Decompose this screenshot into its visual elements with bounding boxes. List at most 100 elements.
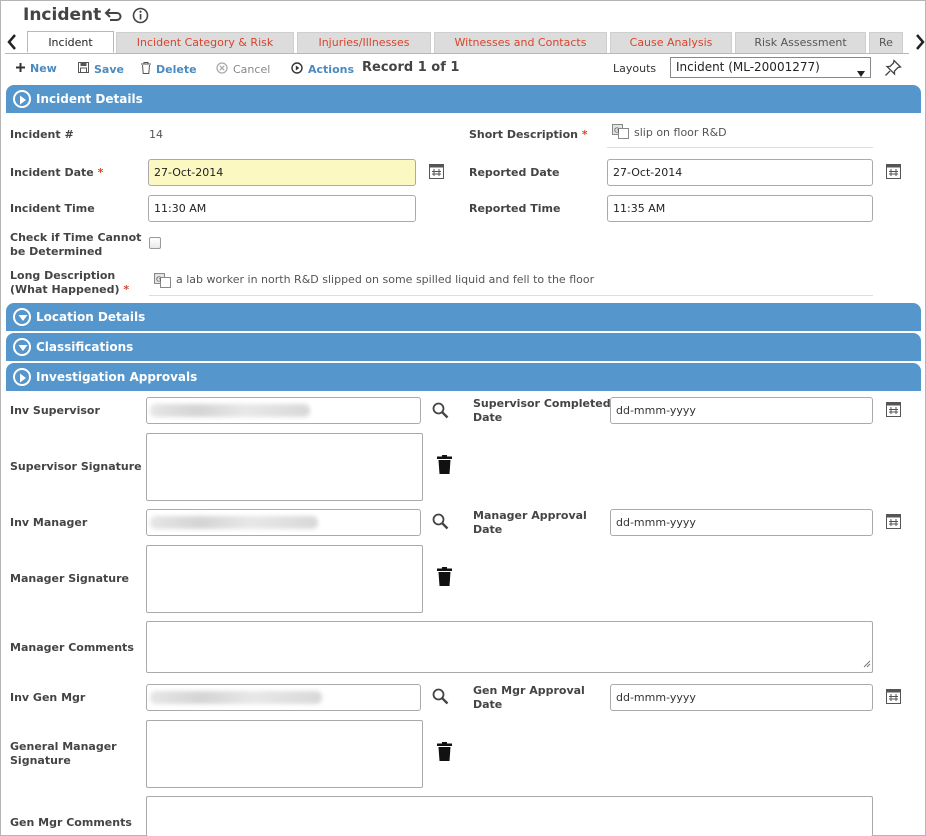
incident-number-label: Incident # [10, 128, 74, 141]
record-counter: Record 1 of 1 [362, 60, 460, 75]
manager-approval-date-input[interactable]: dd-mmm-yyyy [610, 509, 873, 536]
redacted-name [150, 516, 318, 529]
tab-witnesses-contacts[interactable]: Witnesses and Contacts [434, 32, 607, 53]
cancel-button[interactable]: Cancel [216, 62, 270, 77]
layouts-label: Layouts [613, 62, 657, 75]
play-circle-icon [291, 62, 303, 77]
section-title: Classifications [36, 340, 134, 354]
delete-button[interactable]: Delete [141, 62, 197, 77]
short-description-label: Short Description * [469, 128, 588, 141]
tab-scroll-left-icon[interactable] [6, 33, 18, 51]
calendar-icon[interactable] [886, 688, 901, 707]
collapse-icon [13, 338, 31, 356]
general-manager-signature-box[interactable] [146, 720, 423, 788]
new-button[interactable]: New [16, 62, 57, 75]
calendar-icon[interactable] [429, 163, 444, 182]
long-description-value[interactable]: a lab worker in north R&D slipped on som… [176, 273, 594, 286]
section-title: Location Details [36, 310, 146, 324]
supervisor-signature-label: Supervisor Signature [10, 460, 142, 473]
inv-supervisor-label: Inv Supervisor [10, 404, 100, 417]
supervisor-signature-box[interactable] [146, 433, 423, 501]
tab-re-truncated[interactable]: Re [869, 32, 903, 53]
manager-comments-label: Manager Comments [10, 641, 134, 654]
cancel-icon [216, 62, 228, 77]
reported-date-input[interactable]: 27-Oct-2014 [607, 159, 873, 186]
short-description-value[interactable]: slip on floor R&D [634, 126, 727, 139]
undo-icon[interactable] [104, 8, 122, 24]
search-icon[interactable] [432, 513, 449, 533]
calendar-icon[interactable] [886, 163, 901, 182]
tab-cause-analysis[interactable]: Cause Analysis [610, 32, 732, 53]
supervisor-completed-date-input[interactable]: dd-mmm-yyyy [610, 397, 873, 424]
cancel-label: Cancel [233, 63, 271, 76]
manager-signature-label: Manager Signature [10, 572, 130, 585]
time-undetermined-label: Check if Time Cannot be Determined [10, 231, 142, 258]
delete-label: Delete [156, 63, 197, 76]
incident-time-label: Incident Time [10, 202, 95, 215]
expand-icon [13, 368, 31, 386]
pin-icon[interactable] [884, 59, 902, 77]
layout-select[interactable]: Incident (ML-20001277) [670, 57, 871, 78]
short-description-underline [607, 147, 873, 148]
collapse-icon [13, 308, 31, 326]
actions-label: Actions [308, 63, 354, 76]
tab-injuries-illnesses[interactable]: Injuries/Illnesses [297, 32, 431, 53]
trash-icon[interactable] [437, 567, 452, 589]
section-location-details[interactable]: Location Details [6, 303, 921, 331]
search-icon[interactable] [432, 688, 449, 708]
svg-text:G: G [156, 276, 161, 284]
info-icon[interactable] [132, 7, 149, 24]
time-undetermined-checkbox[interactable] [149, 237, 161, 249]
tab-incident-category-risk[interactable]: Incident Category & Risk [116, 32, 294, 53]
incident-date-label: Incident Date * [10, 166, 104, 179]
calendar-icon[interactable] [886, 513, 901, 532]
translate-icon[interactable]: G [612, 124, 629, 139]
layout-select-value: Incident (ML-20001277) [676, 60, 820, 74]
section-title: Investigation Approvals [36, 370, 198, 384]
gen-mgr-comments-textarea[interactable] [146, 796, 873, 836]
incident-time-input[interactable]: 11:30 AM [148, 195, 416, 222]
save-label: Save [94, 62, 124, 76]
reported-date-label: Reported Date [469, 166, 560, 179]
calendar-icon[interactable] [886, 401, 901, 420]
general-manager-signature-label: General Manager Signature [10, 740, 117, 767]
tab-divider [5, 53, 909, 54]
new-label: New [30, 62, 57, 75]
translate-icon[interactable]: G [154, 273, 171, 288]
incident-number-value: 14 [149, 128, 163, 141]
tab-scroll-right-icon[interactable] [914, 33, 926, 51]
save-button[interactable]: Save [78, 62, 124, 76]
trash-icon[interactable] [437, 742, 452, 764]
resize-handle-icon[interactable] [862, 658, 871, 671]
inv-manager-label: Inv Manager [10, 516, 88, 529]
section-investigation-approvals[interactable]: Investigation Approvals [6, 363, 921, 391]
section-incident-details[interactable]: Incident Details [6, 85, 921, 113]
tab-risk-assessment[interactable]: Risk Assessment [735, 32, 866, 53]
inv-gen-mgr-input[interactable] [146, 684, 421, 711]
gen-mgr-approval-date-input[interactable]: dd-mmm-yyyy [610, 684, 873, 711]
dropdown-arrow-icon [857, 64, 865, 83]
actions-button[interactable]: Actions [291, 62, 354, 77]
save-icon [78, 62, 89, 76]
page-title: Incident [23, 5, 102, 25]
svg-text:G: G [614, 127, 619, 135]
search-icon[interactable] [432, 402, 449, 422]
long-description-underline [149, 295, 873, 296]
inv-manager-input[interactable] [146, 509, 421, 536]
manager-signature-box[interactable] [146, 545, 423, 613]
gen-mgr-approval-date-label: Gen Mgr Approval Date [473, 684, 585, 711]
inv-supervisor-input[interactable] [146, 397, 421, 424]
redacted-name [150, 404, 310, 417]
reported-time-label: Reported Time [469, 202, 561, 215]
long-description-label: Long Description (What Happened) * [10, 269, 130, 296]
gen-mgr-comments-label: Gen Mgr Comments [10, 816, 132, 829]
tab-incident[interactable]: Incident [27, 31, 114, 53]
section-classifications[interactable]: Classifications [6, 333, 921, 361]
trash-icon[interactable] [437, 455, 452, 477]
manager-comments-textarea[interactable] [146, 621, 873, 673]
manager-approval-date-label: Manager Approval Date [473, 509, 587, 536]
supervisor-completed-date-label: Supervisor Completed Date [473, 397, 611, 424]
reported-time-input[interactable]: 11:35 AM [607, 195, 873, 222]
incident-date-input[interactable]: 27-Oct-2014 [148, 159, 416, 186]
inv-gen-mgr-label: Inv Gen Mgr [10, 691, 86, 704]
